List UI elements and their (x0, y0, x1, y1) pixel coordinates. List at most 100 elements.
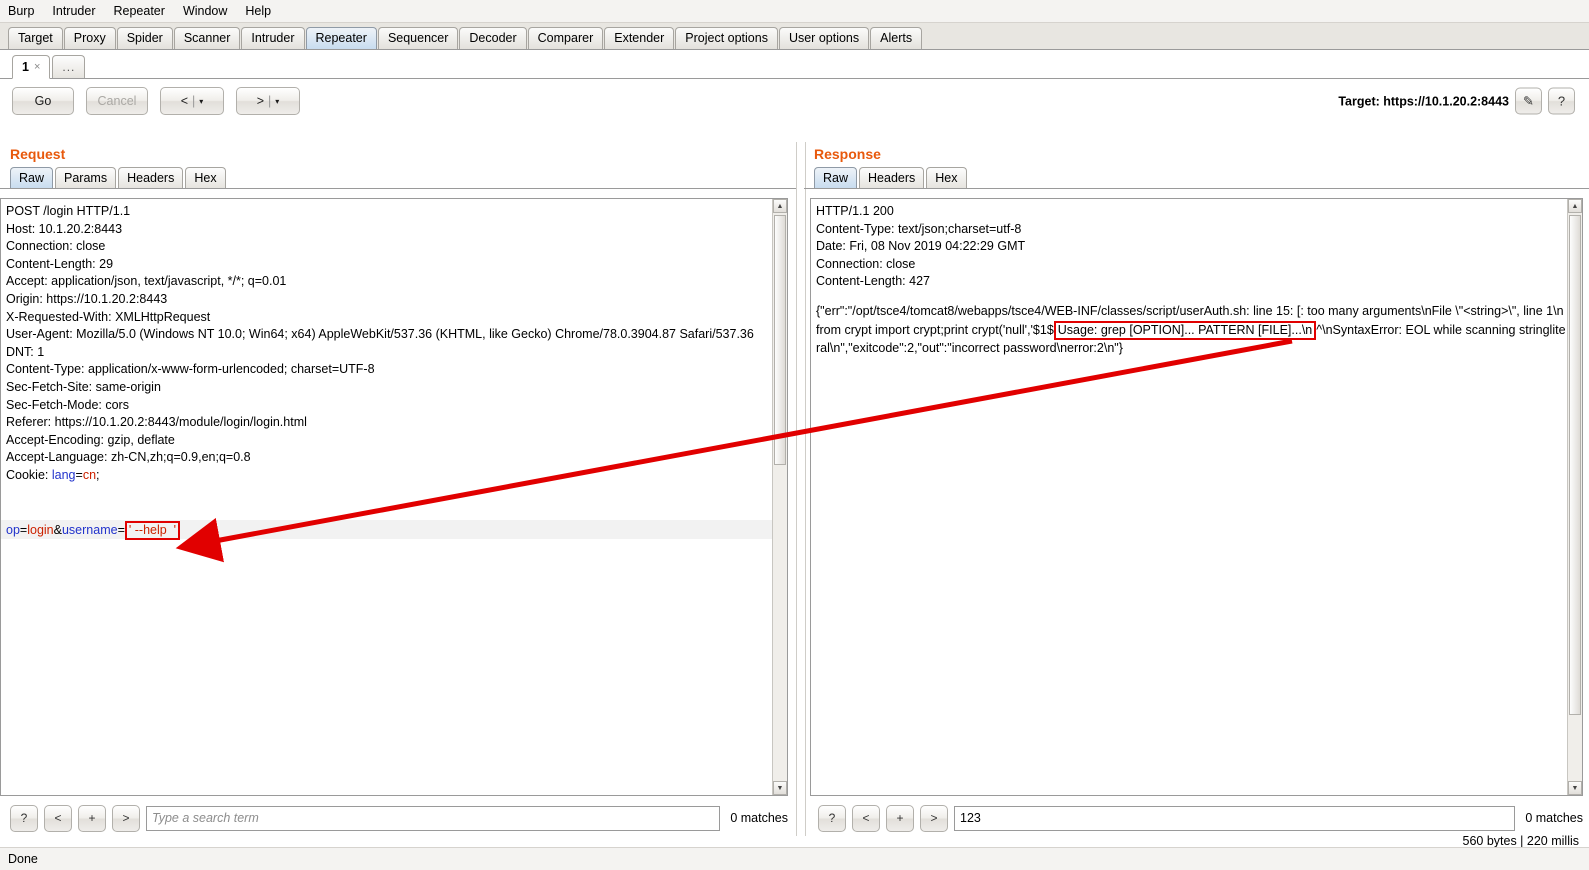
search-prev-button[interactable]: < (852, 804, 880, 832)
close-icon[interactable]: × (34, 56, 40, 78)
request-body-line[interactable]: op=login&username= ' --help ' (6, 521, 181, 540)
menu-item-burp[interactable]: Burp (6, 3, 36, 19)
request-search-input[interactable]: Type a search term (146, 805, 721, 831)
tab-sequencer[interactable]: Sequencer (377, 27, 459, 49)
go-button[interactable]: Go (12, 87, 74, 115)
menu-item-intruder[interactable]: Intruder (50, 3, 97, 19)
request-header-line: Host: 10.1.20.2:8443 (6, 221, 123, 236)
response-pane: Response Raw Headers Hex HTTP/1.1 200 Co… (804, 142, 1589, 836)
menu-item-help[interactable]: Help (243, 3, 273, 19)
tab-extender[interactable]: Extender (604, 27, 675, 49)
search-next-button[interactable]: > (920, 804, 948, 832)
tab-comparer[interactable]: Comparer (527, 27, 604, 49)
request-header-line: Sec-Fetch-Mode: cors (6, 397, 129, 412)
request-header-line: DNT: 1 (6, 344, 45, 359)
response-title: Response (814, 146, 881, 162)
highlighted-payload: ' --help ' (124, 521, 181, 540)
response-tab-raw[interactable]: Raw (814, 167, 858, 188)
tab-decoder[interactable]: Decoder (459, 27, 527, 49)
cookie-name: lang (51, 467, 76, 482)
back-button[interactable]: < | ▾ (160, 87, 224, 115)
request-tab-params[interactable]: Params (55, 167, 117, 188)
tab-repeater[interactable]: Repeater (305, 27, 377, 49)
request-cookie-line: Cookie: lang=cn; (6, 468, 100, 482)
scroll-down-icon[interactable]: ▼ (773, 781, 787, 795)
request-pane: Request Raw Params Headers Hex POST /log… (0, 142, 796, 836)
response-header-line: Connection: close (816, 256, 916, 271)
scroll-up-icon[interactable]: ▲ (1568, 199, 1582, 213)
response-tab-headers[interactable]: Headers (859, 167, 925, 188)
highlighted-response-fragment: Usage: grep [OPTION]... PATTERN [FILE]..… (1053, 320, 1317, 340)
button-separator: | (192, 94, 196, 108)
button-separator: | (268, 94, 272, 108)
help-icon[interactable]: ? (1548, 87, 1575, 115)
body-param-op-name: op (6, 523, 20, 537)
scroll-up-icon[interactable]: ▲ (773, 199, 787, 213)
search-add-button[interactable]: + (78, 804, 106, 832)
tab-user-options[interactable]: User options (778, 27, 870, 49)
pencil-icon[interactable]: ✎ (1515, 87, 1542, 115)
request-header-line: Sec-Fetch-Site: same-origin (6, 379, 161, 394)
chevron-down-icon[interactable]: ▾ (199, 97, 203, 106)
tab-scanner[interactable]: Scanner (173, 27, 241, 49)
scroll-thumb[interactable] (774, 215, 786, 465)
request-search-placeholder: Type a search term (152, 811, 259, 825)
cookie-value: cn (82, 467, 97, 482)
search-help-icon[interactable]: ? (10, 804, 38, 832)
request-editor[interactable]: POST /login HTTP/1.1 Host: 10.1.20.2:844… (0, 198, 788, 796)
request-header-line: X-Requested-With: XMLHttpRequest (6, 309, 211, 324)
response-scrollbar[interactable]: ▲ ▼ (1567, 199, 1582, 795)
response-match-count: 0 matches (1525, 811, 1583, 825)
forward-button[interactable]: > | ▾ (236, 87, 300, 115)
main-tab-strip: Target Proxy Spider Scanner Intruder Rep… (0, 23, 1589, 50)
scroll-down-icon[interactable]: ▼ (1568, 781, 1582, 795)
chevron-down-icon[interactable]: ▾ (275, 97, 279, 106)
forward-arrow-icon: > (256, 94, 265, 108)
repeater-tab-1[interactable]: 1 × (12, 55, 51, 79)
response-editor-tabs: Raw Headers Hex (804, 164, 1589, 189)
tab-proxy[interactable]: Proxy (63, 27, 116, 49)
request-tab-headers[interactable]: Headers (118, 167, 184, 188)
body-param-username-name: username (61, 523, 118, 537)
response-header-line: Content-Type: text/json;charset=utf-8 (816, 221, 1022, 236)
repeater-tab-strip: 1 × ... (0, 50, 1589, 79)
response-tab-hex[interactable]: Hex (926, 167, 967, 188)
response-body-line-3: ^\nSyntaxError: EOL while scanning strin… (1316, 322, 1550, 337)
tab-project-options[interactable]: Project options (675, 27, 778, 49)
tab-intruder[interactable]: Intruder (241, 27, 305, 49)
request-scrollbar[interactable]: ▲ ▼ (772, 199, 787, 795)
menu-bar: Burp Intruder Repeater Window Help (0, 0, 1589, 23)
request-header-line-useragent: User-Agent: Mozilla/5.0 (Windows NT 10.0… (6, 327, 754, 342)
request-blank-line (6, 486, 9, 500)
body-equals: = (117, 523, 125, 537)
request-header-line: Accept: application/json, text/javascrip… (6, 274, 287, 289)
tab-spider[interactable]: Spider (116, 27, 173, 49)
target-area: Target: https://10.1.20.2:8443 ✎ ? (1338, 87, 1575, 115)
response-editor[interactable]: HTTP/1.1 200 Content-Type: text/json;cha… (810, 198, 1583, 796)
scroll-thumb[interactable] (1569, 215, 1581, 715)
target-label: Target: https://10.1.20.2:8443 (1338, 94, 1509, 108)
repeater-new-tab[interactable]: ... (52, 55, 86, 78)
status-bar: Done (0, 847, 1589, 870)
search-next-button[interactable]: > (112, 804, 140, 832)
response-search-input[interactable]: 123 (954, 805, 1516, 831)
request-title: Request (10, 146, 66, 162)
cookie-terminator: ; (96, 467, 100, 482)
request-tab-hex[interactable]: Hex (185, 167, 226, 188)
panes: Request Raw Params Headers Hex POST /log… (0, 142, 1589, 836)
search-help-icon[interactable]: ? (818, 804, 846, 832)
response-raw-text[interactable]: HTTP/1.1 200 Content-Type: text/json;cha… (811, 199, 1568, 795)
request-search-bar: ? < + > Type a search term 0 matches (10, 804, 788, 832)
cookie-label: Cookie: (6, 467, 52, 482)
menu-item-repeater[interactable]: Repeater (112, 3, 167, 19)
tab-alerts[interactable]: Alerts (870, 27, 923, 49)
tab-target[interactable]: Target (8, 27, 63, 49)
menu-item-window[interactable]: Window (181, 3, 229, 19)
body-ampersand: & (53, 523, 62, 537)
search-add-button[interactable]: + (886, 804, 914, 832)
request-tab-raw[interactable]: Raw (10, 167, 54, 188)
request-raw-text[interactable]: POST /login HTTP/1.1 Host: 10.1.20.2:844… (1, 199, 773, 795)
response-body[interactable]: {"err":"/opt/tsce4/tomcat8/webapps/tsce4… (816, 303, 1566, 357)
request-header-line: Accept-Language: zh-CN,zh;q=0.9,en;q=0.8 (6, 450, 251, 465)
search-prev-button[interactable]: < (44, 804, 72, 832)
